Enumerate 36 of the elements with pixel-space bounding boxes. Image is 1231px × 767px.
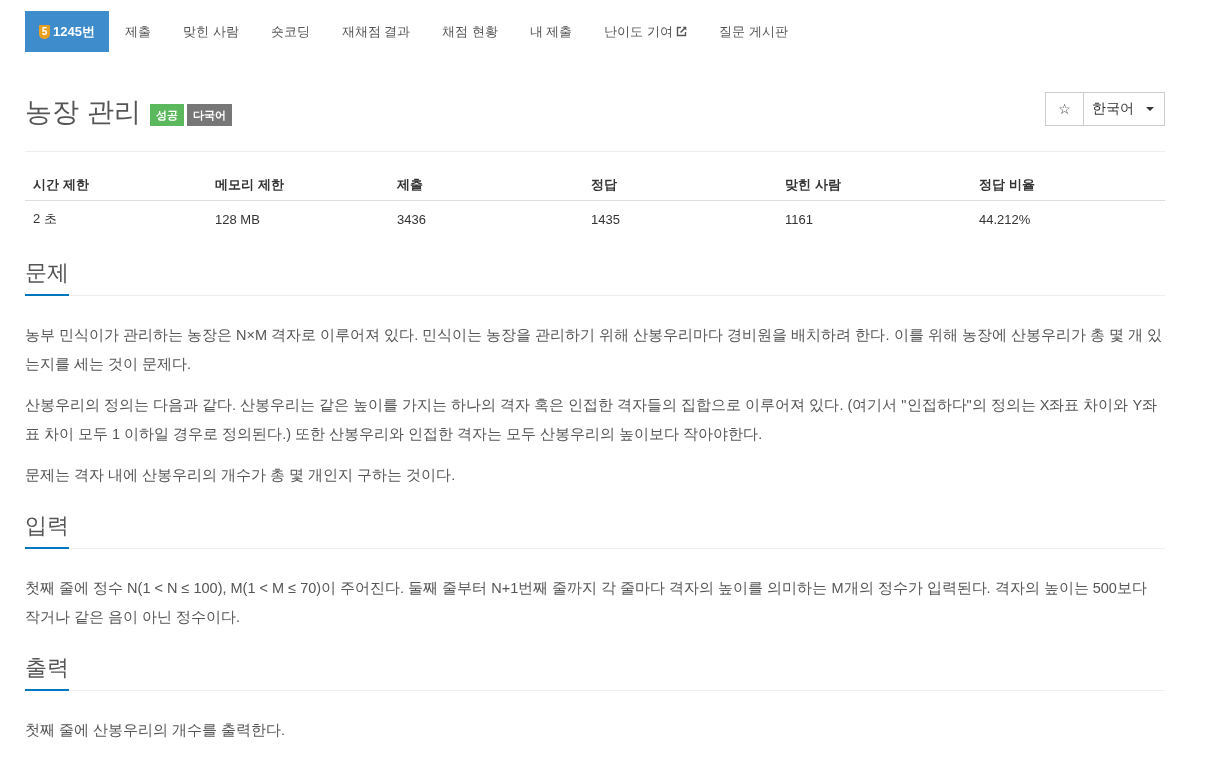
- table-cell: 128 MB: [207, 200, 389, 237]
- caret-icon: [1146, 107, 1154, 111]
- paragraph: 산봉우리의 정의는 다음과 같다. 산봉우리는 같은 높이를 가지는 하나의 격자 혹은 인접한 격자들의 집합으로 이루어져 있다. (여기서 "인접하다"의 정의는 X좌표 차이와 Y좌표 차이 모두 1 이하일 경우로 정의된다.) 또한 산봉우리와 인접한 격자는 모두 산봉우리의 높이보다 작아야한다.: [25, 396, 1159, 444]
- table-header-cell: 시간 제한: [25, 167, 207, 201]
- table-cell: 1435: [583, 200, 777, 237]
- table-header-cell: 제출: [389, 167, 583, 201]
- nav-tab[interactable]: 재채점 결과: [325, 11, 427, 52]
- nav-tab[interactable]: 질문 게시판: [703, 11, 804, 52]
- table-header-cell: 맞힌 사람: [777, 167, 971, 201]
- section-heading: 입력: [25, 511, 69, 549]
- nav-tab[interactable]: 난이도 기여: [588, 11, 704, 52]
- nav-tab[interactable]: 5 1245번: [25, 11, 109, 52]
- section-heading: 문제: [25, 258, 69, 296]
- nav-tab[interactable]: 채점 현황: [426, 11, 514, 52]
- table-header-cell: 정답: [583, 167, 777, 201]
- favorite-button[interactable]: ☆: [1045, 92, 1084, 126]
- table-header-cell: 정답 비율: [971, 167, 1165, 201]
- paragraph: 문제는 격자 내에 산봉우리의 개수가 총 몇 개인지 구하는 것이다.: [25, 466, 457, 485]
- paragraph: 농부 민식이가 관리하는 농장은 N×M 격자로 이루어져 있다. 민식이는 농장을 관리하기 위해 산봉우리마다 경비원을 배치하려 한다. 이를 위해 농장에 산봉우리가 총 몇 개 있는지를 세는 것이 문제다.: [25, 326, 1163, 374]
- paragraph: 첫째 줄에 정수 N(1 < N ≤ 100), M(1 < M ≤ 70)이 주어진다. 둘째 줄부터 N+1번째 줄까지 각 줄마다 격자의 높이를 의미하는 M개의 정수가 입력된다. 격자의 높이는 500보다 작거나 같은 음이 아닌 정수이다.: [25, 579, 1148, 627]
- paragraph: 첫째 줄에 산봉우리의 개수를 출력한다.: [25, 721, 287, 740]
- nav-tab[interactable]: 숏코딩: [254, 11, 326, 52]
- table-cell: 44.212%: [971, 200, 1165, 237]
- nav-tab[interactable]: 제출: [108, 11, 167, 52]
- status-tag: 다국어: [186, 104, 232, 126]
- language-dropdown[interactable]: 한국어: [1084, 92, 1165, 126]
- nav-tab[interactable]: 맞힌 사람: [166, 11, 255, 52]
- problem-title: 농장 관리: [25, 96, 141, 129]
- table-header-cell: 메모리 제한: [207, 167, 389, 201]
- section-heading: 출력: [25, 653, 69, 691]
- nav-tab[interactable]: 내 제출: [513, 11, 589, 52]
- tier-badge: 5: [39, 24, 50, 39]
- table-cell: 2 초: [25, 200, 207, 237]
- status-tag: 성공: [149, 104, 184, 126]
- table-cell: 3436: [389, 200, 583, 237]
- table-cell: 1161: [777, 200, 971, 237]
